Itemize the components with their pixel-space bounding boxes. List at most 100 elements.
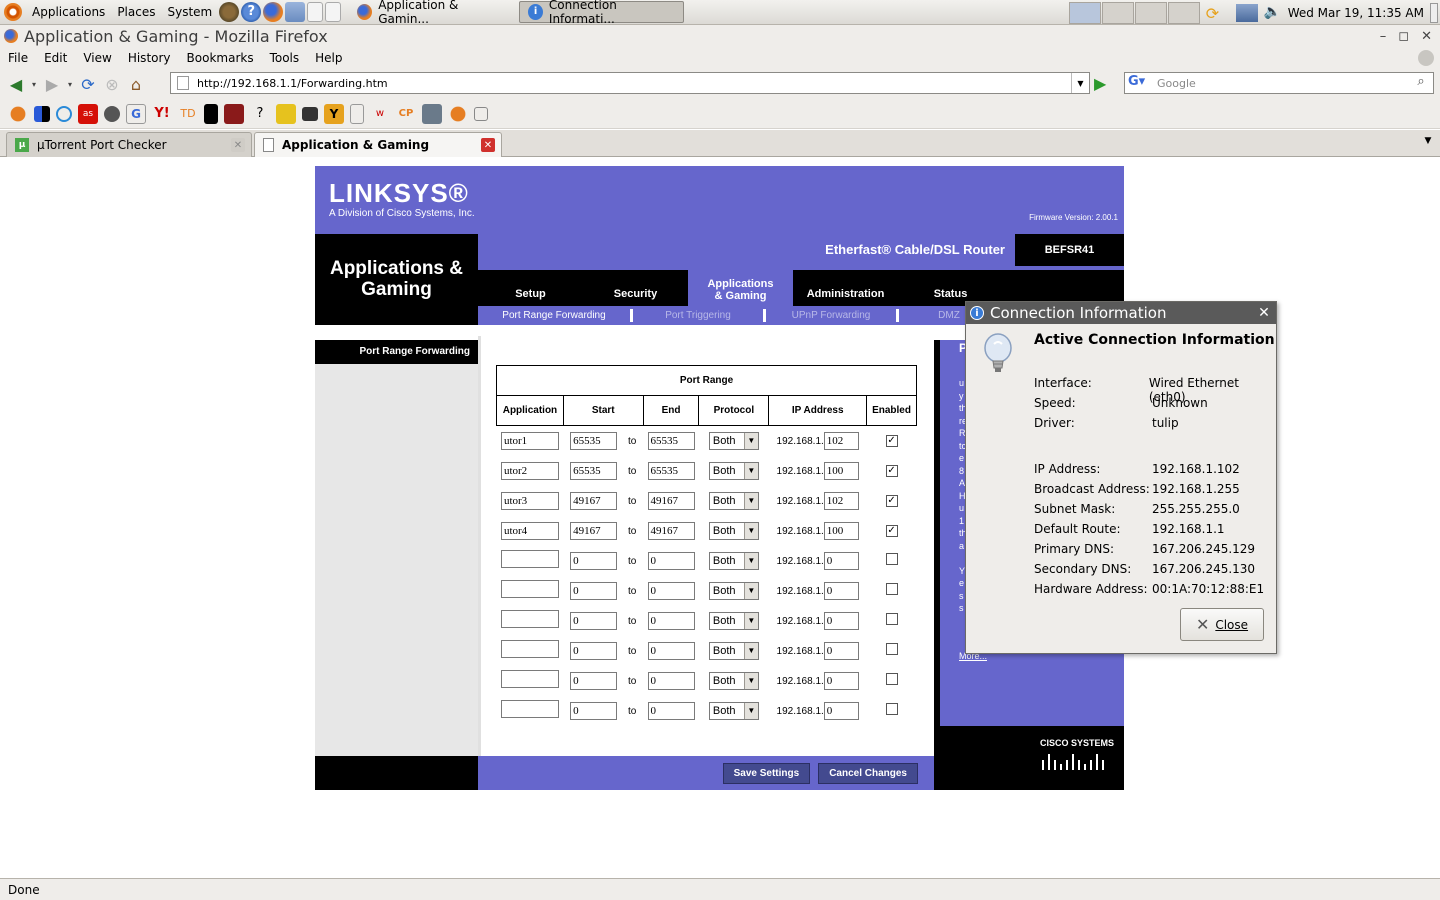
back-icon[interactable]: ◀ — [4, 72, 28, 96]
enabled-checkbox[interactable]: ✓ — [885, 434, 898, 447]
tab-close-icon[interactable]: ✕ — [481, 138, 495, 152]
protocol-select[interactable]: Both ▼ — [708, 641, 759, 660]
url-bar[interactable]: http://192.168.1.1/Forwarding.htm ▼ — [170, 72, 1090, 94]
end-port-input[interactable]: 65535 — [647, 461, 695, 480]
end-port-input[interactable]: 0 — [647, 701, 695, 720]
protocol-select[interactable]: Both ▼ — [708, 521, 759, 540]
menu-view[interactable]: View — [75, 51, 119, 65]
enabled-checkbox[interactable] — [885, 613, 898, 625]
protocol-select[interactable]: Both ▼ — [708, 461, 759, 480]
tab-list-icon[interactable]: ▼ — [1420, 136, 1436, 152]
update-icon[interactable]: ⟳ — [1206, 4, 1230, 23]
start-port-input[interactable]: 0 — [570, 611, 618, 630]
octopus-bookmark-icon[interactable] — [448, 103, 468, 124]
enabled-checkbox[interactable]: ✓ — [885, 524, 898, 537]
tool-bookmark-icon[interactable] — [204, 103, 218, 124]
ip-octet-input[interactable]: 0 — [823, 671, 859, 690]
tab-utorrent[interactable]: µ µTorrent Port Checker ✕ — [6, 132, 252, 157]
start-port-input[interactable]: 0 — [570, 671, 618, 690]
enabled-checkbox[interactable]: ✓ — [885, 494, 898, 507]
tab-setup[interactable]: Setup — [478, 270, 583, 306]
start-port-input[interactable]: 65535 — [570, 431, 618, 450]
enabled-checkbox[interactable] — [885, 673, 898, 685]
protocol-select[interactable]: Both ▼ — [708, 611, 759, 630]
stop-icon[interactable]: ⊗ — [100, 72, 124, 96]
cancel-changes-button[interactable]: Cancel Changes — [818, 762, 918, 784]
protocol-select[interactable]: Both ▼ — [708, 491, 759, 510]
workspace-4[interactable] — [1167, 1, 1200, 24]
start-port-input[interactable]: 49167 — [570, 491, 618, 510]
subtab-port-triggering[interactable]: Port Triggering — [633, 310, 763, 321]
notification-area[interactable] — [1430, 2, 1438, 23]
end-port-input[interactable]: 49167 — [647, 491, 695, 510]
ip-octet-input[interactable]: 100 — [823, 521, 859, 540]
application-input[interactable] — [500, 550, 559, 568]
enabled-checkbox[interactable] — [885, 583, 898, 595]
ip-octet-input[interactable]: 0 — [823, 611, 859, 630]
forward-icon[interactable]: ▶ — [40, 72, 64, 96]
launcher-folder-icon[interactable] — [285, 2, 306, 22]
search-bar[interactable]: G▾ Google ⌕ — [1124, 72, 1434, 94]
menu-help[interactable]: Help — [307, 51, 350, 65]
end-port-input[interactable]: 0 — [647, 611, 695, 630]
copy-bookmark-icon[interactable] — [474, 106, 488, 121]
protocol-select[interactable]: Both ▼ — [708, 551, 759, 570]
maximize-icon[interactable]: ◻ — [1398, 29, 1409, 44]
application-input[interactable] — [500, 670, 559, 688]
start-port-input[interactable]: 0 — [570, 641, 618, 660]
tab-applications-gaming[interactable]: Applications & Gaming — [688, 270, 793, 306]
menu-tools[interactable]: Tools — [262, 51, 308, 65]
volume-icon[interactable]: 🔈 — [1264, 4, 1282, 22]
network-icon[interactable] — [1235, 3, 1258, 22]
start-port-input[interactable]: 65535 — [570, 461, 618, 480]
tab-administration[interactable]: Administration — [793, 270, 898, 306]
protocol-select[interactable]: Both ▼ — [708, 701, 759, 720]
pacman-bookmark-icon[interactable] — [276, 103, 296, 124]
protocol-select[interactable]: Both ▼ — [708, 431, 759, 450]
enabled-checkbox[interactable]: ✓ — [885, 464, 898, 477]
ip-octet-input[interactable]: 0 — [823, 641, 859, 660]
end-port-input[interactable]: 0 — [647, 641, 695, 660]
ip-octet-input[interactable]: 100 — [823, 461, 859, 480]
launcher-document-icon[interactable] — [307, 2, 324, 22]
yahoo-bookmark-icon[interactable]: Y! — [152, 104, 172, 124]
start-port-input[interactable]: 49167 — [570, 521, 618, 540]
start-port-input[interactable]: 0 — [570, 551, 618, 570]
application-input[interactable]: utor2 — [500, 461, 559, 480]
start-port-input[interactable]: 0 — [570, 701, 618, 720]
home-icon[interactable]: ⌂ — [124, 72, 148, 96]
menu-history[interactable]: History — [120, 51, 179, 65]
panel-menu-system[interactable]: System — [161, 0, 218, 25]
info-bookmark-icon[interactable] — [104, 105, 120, 122]
launcher-help-icon[interactable]: ? — [241, 2, 262, 22]
panel-menu-applications[interactable]: Applications — [26, 0, 111, 25]
menu-edit[interactable]: Edit — [36, 51, 75, 65]
google-bookmark-icon[interactable]: G — [126, 103, 146, 124]
td-bookmark-icon[interactable]: TD — [178, 104, 198, 124]
target-bookmark-icon[interactable] — [56, 105, 72, 122]
application-input[interactable] — [500, 580, 559, 598]
delicious-bookmark-icon[interactable] — [34, 105, 50, 122]
tab-application-gaming[interactable]: Application & Gaming ✕ — [254, 132, 502, 157]
end-port-input[interactable]: 49167 — [647, 521, 695, 540]
dialog-close-icon[interactable]: ✕ — [1256, 305, 1272, 321]
clock[interactable]: Wed Mar 19, 11:35 AM — [1288, 6, 1424, 20]
ip-octet-input[interactable]: 0 — [823, 701, 859, 720]
cp-bookmark-icon[interactable]: CP — [396, 104, 416, 124]
ip-octet-input[interactable]: 0 — [823, 551, 859, 570]
workspace-3[interactable] — [1134, 1, 1167, 24]
end-port-input[interactable]: 0 — [647, 671, 695, 690]
protocol-select[interactable]: Both ▼ — [708, 581, 759, 600]
application-input[interactable]: utor4 — [500, 521, 559, 540]
workspace-1[interactable] — [1068, 1, 1101, 24]
help-bookmark-icon[interactable]: ? — [250, 104, 270, 124]
invader-bookmark-icon[interactable] — [302, 106, 318, 121]
end-port-input[interactable]: 65535 — [647, 431, 695, 450]
taskbar-firefox[interactable]: Application & Gamin... — [348, 0, 513, 26]
ip-octet-input[interactable]: 0 — [823, 581, 859, 600]
enabled-checkbox[interactable] — [885, 643, 898, 655]
search-icon[interactable]: ⌕ — [1411, 74, 1431, 92]
ycombinator-bookmark-icon[interactable]: Y — [324, 103, 344, 124]
application-input[interactable] — [500, 640, 559, 658]
page-bookmark-icon[interactable] — [350, 103, 364, 124]
